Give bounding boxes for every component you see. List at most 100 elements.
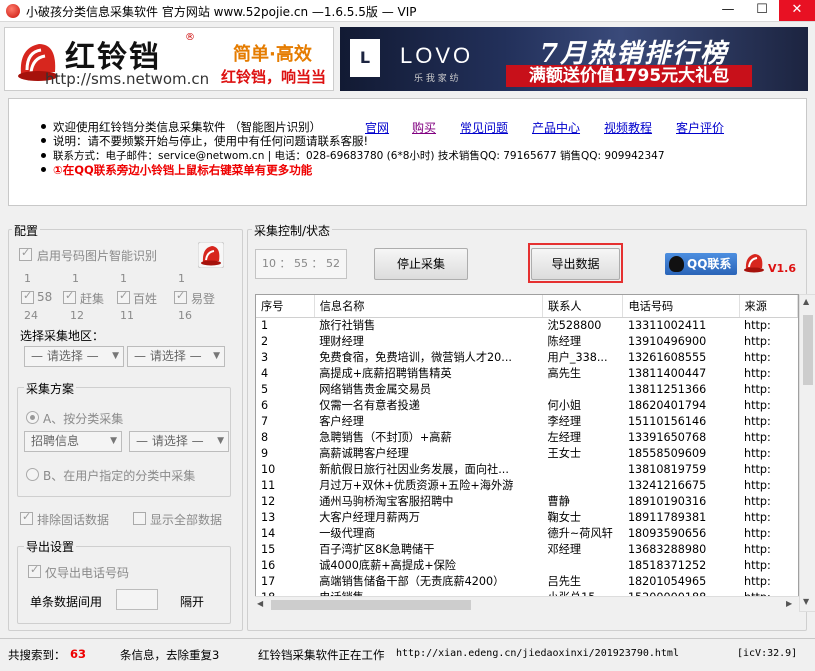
cell-contact: 沈528800 bbox=[547, 318, 602, 332]
cell-title: 通州马驹桥淘宝客服招聘中 bbox=[319, 494, 454, 508]
link-video-tutorials[interactable]: 视频教程 bbox=[604, 119, 652, 136]
current-url: http://xian.edeng.cn/jiedaoxinxi/2019237… bbox=[396, 648, 679, 659]
link-official-site[interactable]: 官网 bbox=[365, 119, 389, 136]
table-row[interactable]: 17 高端销售储备干部（无责底薪4200） 吕先生 18201054965 http: bbox=[256, 574, 798, 590]
cell-index: 2 bbox=[261, 334, 269, 348]
cell-source: http: bbox=[744, 414, 771, 428]
image-recognition-label: 启用号码图片智能识别 bbox=[37, 249, 158, 263]
link-reviews[interactable]: 客户评价 bbox=[676, 119, 724, 136]
bell-menu-icon[interactable] bbox=[198, 242, 224, 268]
table-row[interactable]: 9 高薪诚聘客户经理 王女士 18558509609 http: bbox=[256, 446, 798, 462]
cell-phone: 13311002411 bbox=[627, 318, 707, 332]
table-row[interactable]: 4 高提成+底薪招聘销售精英 高先生 13811400447 http: bbox=[256, 366, 798, 382]
show-all-checkbox[interactable] bbox=[133, 512, 146, 525]
ad-banner[interactable]: L LOVO 乐 我 家 纺 7月热销排行榜 满额送价值1795元大礼包 bbox=[340, 27, 808, 91]
table-row[interactable]: 12 通州马驹桥淘宝客服招聘中 曹静 18910190316 http: bbox=[256, 494, 798, 510]
maximize-button[interactable]: ☐ bbox=[746, 0, 778, 21]
table-row[interactable]: 5 网络销售贵金属交易员 13811251366 http: bbox=[256, 382, 798, 398]
site-baixing-checkbox[interactable] bbox=[117, 289, 130, 304]
site-ganji-count: 1 bbox=[72, 272, 79, 285]
close-button[interactable]: ✕ bbox=[779, 0, 815, 21]
site-ganji-num: 12 bbox=[70, 309, 84, 322]
vertical-scroll-thumb[interactable] bbox=[803, 315, 813, 385]
col-header-contact[interactable]: 联系人 bbox=[542, 295, 624, 318]
horizontal-scroll-thumb[interactable] bbox=[271, 600, 471, 610]
scheme-b-radio[interactable] bbox=[26, 468, 39, 481]
cell-index: 10 bbox=[261, 462, 276, 476]
cell-source: http: bbox=[744, 446, 771, 460]
table-row[interactable]: 7 客户经理 李经理 15110156146 http: bbox=[256, 414, 798, 430]
scroll-up-icon[interactable]: ▲ bbox=[803, 297, 809, 306]
table-row[interactable]: 10 新航假日旅行社因业务发展，面向社... 13810819759 http: bbox=[256, 462, 798, 478]
table-row[interactable]: 8 急聘销售（不封顶）+高薪 左经理 13391650768 http: bbox=[256, 430, 798, 446]
table-row[interactable]: 6 仅需一名有意者投递 何小姐 18620401794 http: bbox=[256, 398, 798, 414]
cell-title: 大客户经理月薪两万 bbox=[319, 510, 420, 524]
table-row[interactable]: 16 诚4000底薪+高提成+保险 18518371252 http: bbox=[256, 558, 798, 574]
image-recognition-checkbox[interactable] bbox=[19, 246, 32, 261]
cell-phone: 13811251366 bbox=[627, 382, 707, 396]
export-data-button[interactable]: 导出数据 bbox=[531, 248, 620, 280]
results-table[interactable]: 序号 信息名称 联系人 电话号码 来源 1 旅行社销售 沈528800 1331100… bbox=[255, 294, 799, 612]
subcategory-select[interactable]: — 请选择 — ▼ bbox=[129, 431, 229, 452]
site-ganji-label: 赶集 bbox=[80, 292, 105, 306]
table-row[interactable]: 2 理财经理 陈经理 13910496900 http: bbox=[256, 334, 798, 350]
ad-logo: LOVO bbox=[400, 43, 474, 68]
cell-contact: 吕先生 bbox=[547, 574, 582, 588]
site-58-num: 24 bbox=[24, 309, 38, 322]
site-yideng-count: 1 bbox=[178, 272, 185, 285]
site-yideng-checkbox[interactable] bbox=[174, 289, 187, 304]
minimize-button[interactable]: — bbox=[712, 0, 744, 21]
cell-title: 新航假日旅行社因业务发展，面向社... bbox=[319, 462, 509, 476]
cell-phone: 13910496900 bbox=[627, 334, 707, 348]
cell-index: 17 bbox=[261, 574, 276, 588]
site-ganji-checkbox[interactable] bbox=[63, 289, 76, 304]
col-header-index[interactable]: 序号 bbox=[256, 295, 315, 318]
table-row[interactable]: 14 一级代理商 德升~荷风轩 18093590656 http: bbox=[256, 526, 798, 542]
exclude-fixed-checkbox[interactable] bbox=[20, 510, 33, 525]
table-row[interactable]: 11 月过万+双休+优质资源+五险+海外游 13241216675 http: bbox=[256, 478, 798, 494]
bell-icon[interactable] bbox=[742, 250, 766, 274]
cell-source: http: bbox=[744, 430, 771, 444]
export-phone-only-checkbox[interactable] bbox=[28, 563, 41, 578]
scroll-right-icon[interactable]: ▶ bbox=[786, 599, 792, 608]
cell-contact bbox=[543, 558, 623, 574]
ad-offer: 满额送价值1795元大礼包 bbox=[506, 65, 752, 87]
table-row[interactable]: 1 旅行社销售 沈528800 13311002411 http: bbox=[256, 317, 798, 334]
col-header-title[interactable]: 信息名称 bbox=[314, 295, 544, 318]
site-58-checkbox[interactable] bbox=[21, 289, 34, 304]
cell-phone: 13241216675 bbox=[627, 478, 707, 492]
link-faq[interactable]: 常见问题 bbox=[460, 119, 508, 136]
status-bar: 共搜索到： 63 条信息，去除重复3 红铃铛采集软件正在工作 http://xi… bbox=[0, 638, 815, 671]
table-row[interactable]: 15 百子湾扩区8K急聘储干 邓经理 13683288980 http: bbox=[256, 542, 798, 558]
table-row[interactable]: 3 免费食宿，免费培训，微营销人才20... 用户_338... 1326160855… bbox=[256, 350, 798, 366]
qq-contact-button[interactable]: QQ联系 bbox=[665, 253, 737, 275]
cell-phone: 18518371252 bbox=[627, 558, 707, 572]
scheme-a-radio[interactable] bbox=[26, 411, 39, 424]
slogan-secondary: 红铃铛，响当当 bbox=[221, 68, 327, 86]
vertical-scrollbar[interactable]: ▲ ▼ bbox=[799, 294, 815, 612]
table-header-row: 序号 信息名称 联系人 电话号码 来源 bbox=[256, 295, 798, 318]
interval-input[interactable] bbox=[116, 589, 158, 610]
stop-collect-button[interactable]: 停止采集 bbox=[374, 248, 468, 280]
cell-phone: 13810819759 bbox=[627, 462, 707, 476]
region-province-select[interactable]: — 请选择 — ▼ bbox=[24, 346, 124, 367]
cell-phone: 18558509609 bbox=[627, 446, 707, 460]
col-header-phone[interactable]: 电话号码 bbox=[622, 295, 740, 318]
scheme-title: 采集方案 bbox=[24, 380, 77, 397]
cell-source: http: bbox=[744, 510, 771, 524]
link-buy[interactable]: 购买 bbox=[412, 119, 436, 136]
site-baixing-label: 百姓 bbox=[133, 292, 158, 306]
brand-banner[interactable]: 红铃铛 ® 简单·高效 红铃铛，响当当 http://sms.netwom.cn bbox=[4, 27, 334, 91]
horizontal-scrollbar[interactable]: ◀ ▶ bbox=[255, 596, 799, 612]
scroll-left-icon[interactable]: ◀ bbox=[257, 599, 263, 608]
category-select[interactable]: 招聘信息 ▼ bbox=[24, 431, 122, 452]
info-line-tip: ①在QQ联系旁边小铃铛上鼠标右键菜单有更多功能 bbox=[40, 163, 313, 177]
col-header-source[interactable]: 来源 bbox=[739, 295, 798, 318]
cell-index: 11 bbox=[261, 478, 276, 492]
cell-contact bbox=[543, 462, 623, 478]
info-line-contact: 联系方式：电子邮件：service@netwom.cn | 电话：028-696… bbox=[41, 150, 665, 162]
table-row[interactable]: 13 大客户经理月薪两万 鞠女士 18911789381 http: bbox=[256, 510, 798, 526]
region-city-select[interactable]: — 请选择 — ▼ bbox=[127, 346, 225, 367]
scroll-down-icon[interactable]: ▼ bbox=[803, 597, 809, 606]
link-products[interactable]: 产品中心 bbox=[532, 119, 580, 136]
